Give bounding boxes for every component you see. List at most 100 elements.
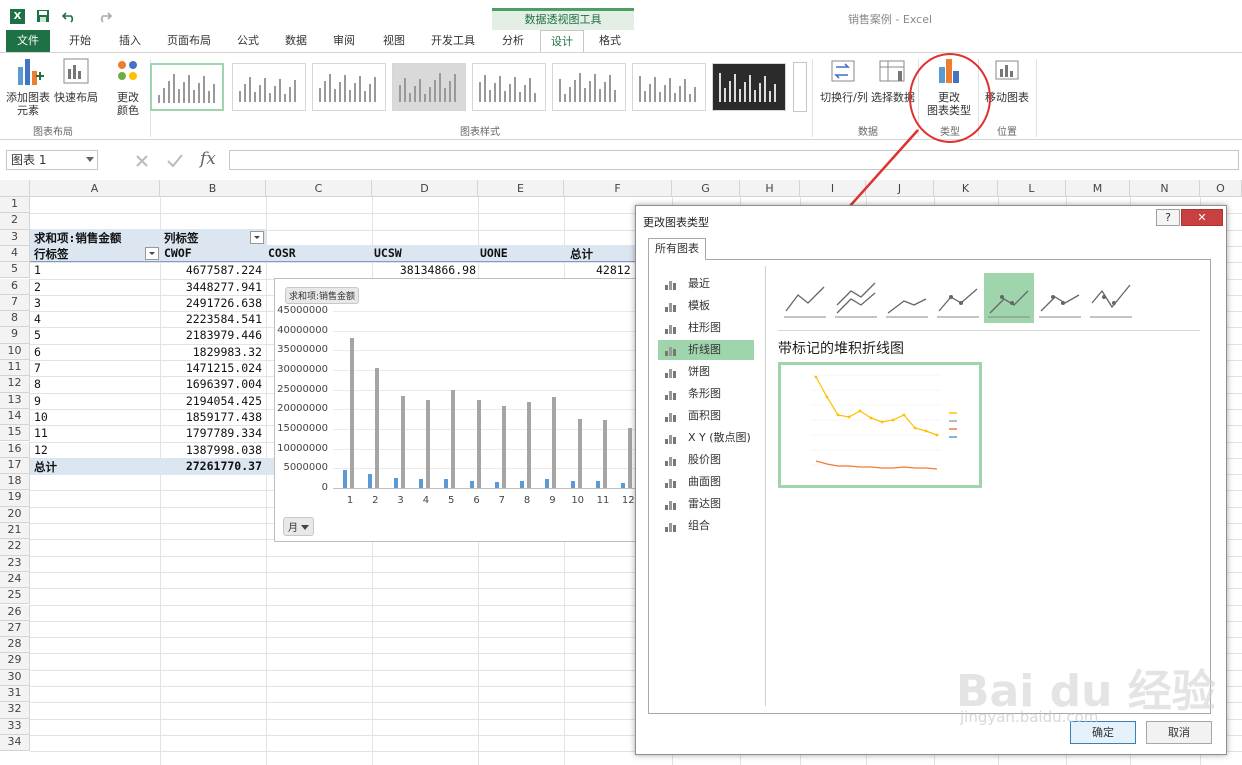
row-header[interactable]: 21	[0, 523, 30, 540]
enter-check-icon[interactable]	[166, 153, 184, 169]
chart-bar[interactable]	[476, 400, 481, 488]
row-header[interactable]: 34	[0, 734, 30, 752]
save-icon[interactable]	[36, 9, 50, 23]
line-subtype-thumbnail[interactable]	[1035, 273, 1085, 323]
chart-category-item[interactable]: 曲面图	[658, 472, 754, 492]
column-header[interactable]: O	[1200, 180, 1242, 197]
column-header[interactable]: N	[1130, 180, 1200, 197]
chart-style-thumbnail[interactable]	[552, 63, 626, 111]
chart-bar[interactable]	[425, 399, 430, 488]
cancel-button[interactable]: 取消	[1146, 721, 1212, 744]
column-header[interactable]: I	[800, 180, 866, 197]
chart-bar[interactable]	[527, 402, 532, 488]
name-box[interactable]: 图表 1	[6, 150, 98, 170]
chart-bar[interactable]	[400, 395, 405, 488]
pivot-chart[interactable]: 求和项:销售金额 45000000 40000000 35000000 3000000…	[274, 278, 644, 542]
line-subtype-thumbnail[interactable]	[831, 273, 881, 323]
row-header[interactable]: 31	[0, 686, 30, 703]
row-header[interactable]: 25	[0, 588, 30, 605]
chart-bar[interactable]	[603, 420, 607, 488]
chart-bar[interactable]	[577, 418, 582, 488]
column-header[interactable]: B	[160, 180, 266, 197]
chart-style-thumbnail[interactable]	[472, 63, 546, 111]
column-header[interactable]: C	[266, 180, 372, 197]
change-colors-button[interactable]: 更改 颜色	[106, 53, 150, 117]
chart-category-item[interactable]: 饼图	[658, 362, 754, 382]
close-button[interactable]: ✕	[1181, 209, 1223, 226]
chart-category-item[interactable]: 雷达图	[658, 494, 754, 514]
row-header[interactable]: 5	[0, 262, 30, 279]
chevron-down-icon[interactable]	[86, 157, 94, 163]
chart-category-item[interactable]: X Y (散点图)	[658, 428, 754, 448]
row-header[interactable]: 20	[0, 506, 30, 523]
row-header[interactable]: 24	[0, 571, 30, 589]
chart-category-item[interactable]: 折线图	[658, 340, 754, 360]
chart-value-field-button[interactable]: 求和项:销售金额	[285, 287, 360, 304]
chart-bar[interactable]	[570, 480, 575, 488]
switch-row-column-button[interactable]: 切换行/列	[818, 53, 870, 104]
tab-file[interactable]: 文件	[6, 30, 50, 52]
help-button[interactable]: ?	[1156, 209, 1180, 226]
chart-bar[interactable]	[545, 479, 550, 488]
row-header[interactable]: 7	[0, 294, 30, 312]
chart-category-item[interactable]: 最近	[658, 274, 754, 294]
tab-data[interactable]: 数据	[276, 30, 316, 52]
tab-design[interactable]: 设计	[540, 30, 584, 52]
row-header[interactable]: 27	[0, 620, 30, 638]
row-header[interactable]: 15	[0, 425, 30, 442]
line-subtype-thumbnail[interactable]	[1086, 273, 1136, 323]
row-header[interactable]: 8	[0, 311, 30, 328]
chart-bar[interactable]	[469, 480, 474, 488]
chart-bar[interactable]	[350, 338, 354, 488]
row-header[interactable]: 22	[0, 539, 30, 556]
row-header[interactable]: 28	[0, 637, 30, 654]
column-header[interactable]: H	[740, 180, 800, 197]
chart-bar[interactable]	[552, 396, 557, 488]
chart-style-thumbnail[interactable]	[632, 63, 706, 111]
row-header[interactable]: 16	[0, 441, 30, 458]
column-header[interactable]: L	[998, 180, 1066, 197]
chart-bar[interactable]	[393, 478, 398, 488]
chart-bar[interactable]	[444, 479, 449, 488]
tab-review[interactable]: 审阅	[322, 30, 366, 52]
tab-analyze[interactable]: 分析	[492, 30, 534, 52]
row-header[interactable]: 23	[0, 555, 30, 572]
chart-style-thumbnail[interactable]	[392, 63, 466, 111]
chart-style-thumbnail[interactable]	[232, 63, 306, 111]
chart-axis-field-button[interactable]: 月	[283, 517, 315, 536]
tab-home[interactable]: 开始	[58, 30, 102, 52]
chart-style-thumbnail[interactable]	[312, 63, 386, 111]
chart-bar[interactable]	[451, 390, 456, 488]
tab-format[interactable]: 格式	[588, 30, 632, 52]
quick-layout-button[interactable]: 快速布局	[54, 53, 98, 104]
pivot-col-labels[interactable]: 列标签	[164, 230, 199, 246]
chart-category-item[interactable]: 模板	[658, 296, 754, 316]
column-header[interactable]: E	[478, 180, 564, 197]
chart-category-item[interactable]: 面积图	[658, 406, 754, 426]
tab-formulas[interactable]: 公式	[226, 30, 270, 52]
chart-bar[interactable]	[343, 469, 347, 488]
row-filter-button[interactable]	[145, 247, 159, 260]
chart-preview[interactable]	[778, 362, 982, 488]
chart-bar[interactable]	[596, 480, 600, 488]
tab-page-layout[interactable]: 页面布局	[158, 30, 220, 52]
column-header[interactable]: D	[372, 180, 478, 197]
redo-icon[interactable]	[98, 9, 112, 23]
add-chart-element-button[interactable]: 添加图表 元素	[6, 53, 50, 117]
row-header[interactable]: 19	[0, 490, 30, 507]
gallery-scroll-button[interactable]	[793, 62, 807, 112]
line-subtype-thumbnail[interactable]	[984, 273, 1034, 323]
row-header[interactable]: 10	[0, 343, 30, 360]
chart-bar[interactable]	[375, 368, 380, 488]
row-header[interactable]: 11	[0, 360, 30, 377]
row-header[interactable]: 3	[0, 229, 30, 246]
chart-bar[interactable]	[368, 474, 373, 488]
line-subtype-thumbnail[interactable]	[882, 273, 932, 323]
row-header[interactable]: 4	[0, 245, 30, 263]
chart-style-thumbnail[interactable]	[712, 63, 786, 111]
chart-category-item[interactable]: 股价图	[658, 450, 754, 470]
row-header[interactable]: 18	[0, 474, 30, 491]
column-header[interactable]: G	[672, 180, 740, 197]
chart-bar[interactable]	[520, 481, 525, 488]
row-header[interactable]: 33	[0, 718, 30, 735]
